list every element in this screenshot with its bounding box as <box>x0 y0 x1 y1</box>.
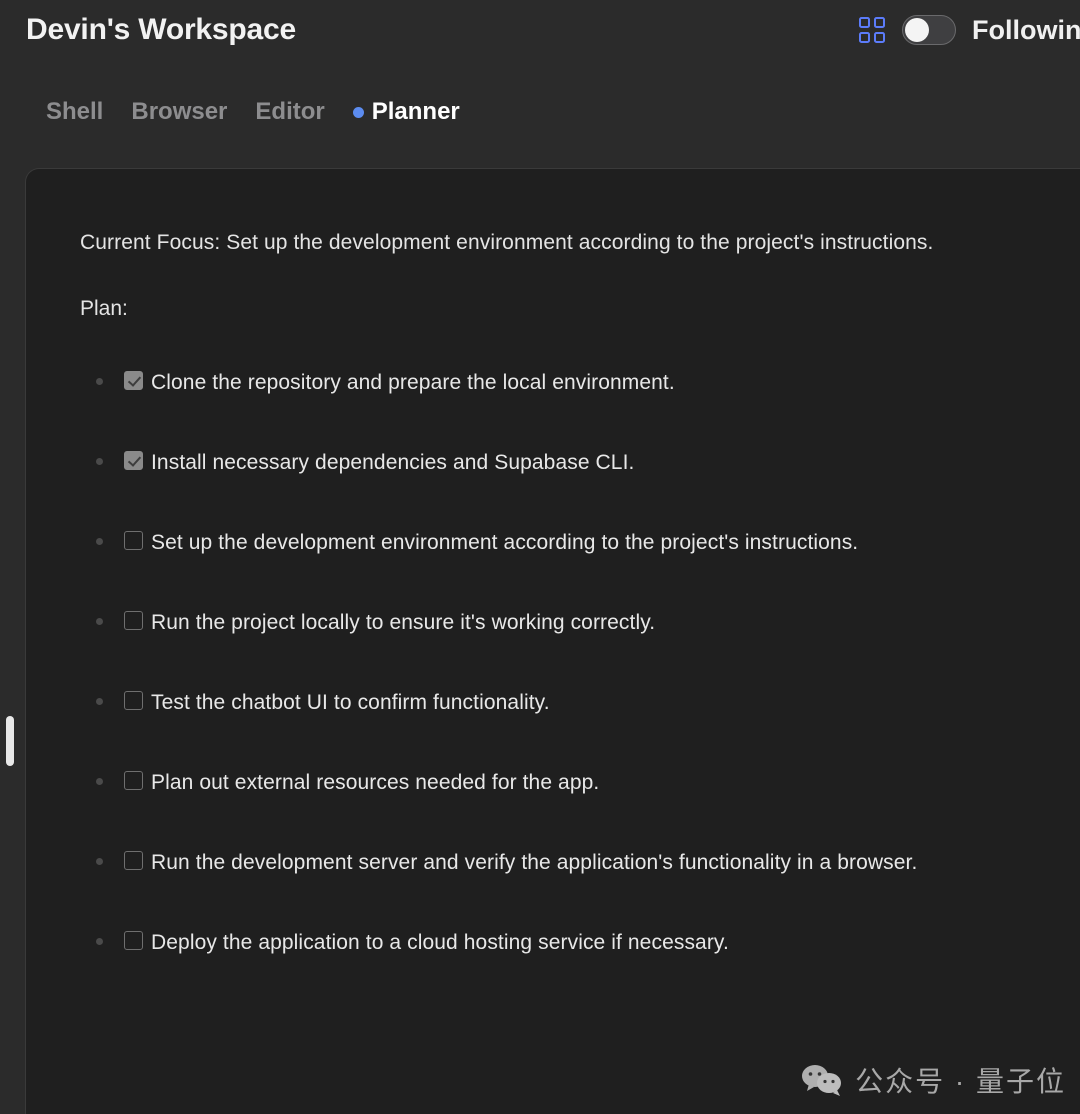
tab-browser[interactable]: Browser <box>131 98 255 126</box>
list-item: Plan out external resources needed for t… <box>80 763 1060 803</box>
watermark: 公众号 · 量子位 <box>801 1060 1066 1100</box>
plan-item-label: Run the development server and verify th… <box>151 851 918 874</box>
plan-checkbox[interactable] <box>124 451 143 470</box>
plan-checkbox[interactable] <box>124 851 143 870</box>
list-item: Clone the repository and prepare the loc… <box>80 363 1060 403</box>
grid-icon[interactable] <box>858 16 886 44</box>
tab-browser-label: Browser <box>131 98 228 125</box>
toggle-knob <box>905 18 930 42</box>
bullet-icon <box>96 618 103 625</box>
wechat-icon <box>801 1063 843 1097</box>
list-item: Test the chatbot UI to confirm functiona… <box>80 683 1060 723</box>
watermark-text: 公众号 · 量子位 <box>855 1066 1066 1097</box>
planner-content: Current Focus: Set up the development en… <box>26 169 1080 963</box>
plan-checkbox[interactable] <box>124 531 143 550</box>
plan-item-label: Set up the development environment accor… <box>151 531 859 554</box>
following-label: Following <box>972 14 1080 45</box>
bullet-icon <box>96 858 103 865</box>
tab-editor[interactable]: Editor <box>255 98 352 126</box>
plan-checkbox[interactable] <box>124 771 143 790</box>
app-header: Devin's Workspace Following <box>0 0 1080 60</box>
plan-item-label: Deploy the application to a cloud hostin… <box>151 931 729 954</box>
bullet-icon <box>96 938 103 945</box>
header-actions: Following <box>858 0 1080 60</box>
plan-item-label: Plan out external resources needed for t… <box>151 771 600 794</box>
bullet-icon <box>96 378 103 385</box>
tab-shell-label: Shell <box>46 98 104 125</box>
list-item: Set up the development environment accor… <box>80 523 1060 563</box>
plan-checklist: Clone the repository and prepare the loc… <box>80 363 1060 963</box>
current-focus-text: Current Focus: Set up the development en… <box>80 231 934 254</box>
tab-planner[interactable]: Planner <box>352 98 488 126</box>
plan-checkbox[interactable] <box>124 371 143 390</box>
bullet-icon <box>96 778 103 785</box>
grid-icon-cell <box>874 17 886 28</box>
list-item: Run the development server and verify th… <box>80 843 1060 883</box>
plan-checkbox[interactable] <box>124 931 143 950</box>
plan-checkbox[interactable] <box>124 691 143 710</box>
plan-checkbox[interactable] <box>124 611 143 630</box>
following-toggle[interactable] <box>902 15 957 45</box>
tab-planner-label: Planner <box>371 98 460 125</box>
panel-resize-handle[interactable] <box>6 716 14 766</box>
plan-item-label: Test the chatbot UI to confirm functiona… <box>151 691 550 714</box>
plan-label: Plan: <box>80 297 128 320</box>
active-tab-dot-icon <box>352 106 364 118</box>
list-item: Run the project locally to ensure it's w… <box>80 603 1060 643</box>
page-title: Devin's Workspace <box>26 13 296 46</box>
grid-icon-cell <box>874 32 886 43</box>
plan-item-label: Run the project locally to ensure it's w… <box>151 611 656 634</box>
workspace-app: Devin's Workspace Following Shell Browse… <box>0 0 1080 1114</box>
bullet-icon <box>96 698 103 705</box>
bullet-icon <box>96 458 103 465</box>
plan-item-label: Clone the repository and prepare the loc… <box>151 371 675 394</box>
grid-icon-cell <box>859 17 871 28</box>
grid-icon-cell <box>859 32 871 43</box>
tab-shell[interactable]: Shell <box>46 98 131 126</box>
plan-item-label: Install necessary dependencies and Supab… <box>151 451 635 474</box>
list-item: Install necessary dependencies and Supab… <box>80 443 1060 483</box>
planner-panel: Current Focus: Set up the development en… <box>25 168 1080 1114</box>
tab-editor-label: Editor <box>255 98 325 125</box>
workspace-tabs: Shell Browser Editor Planner <box>46 98 488 126</box>
list-item: Deploy the application to a cloud hostin… <box>80 923 1060 963</box>
bullet-icon <box>96 538 103 545</box>
